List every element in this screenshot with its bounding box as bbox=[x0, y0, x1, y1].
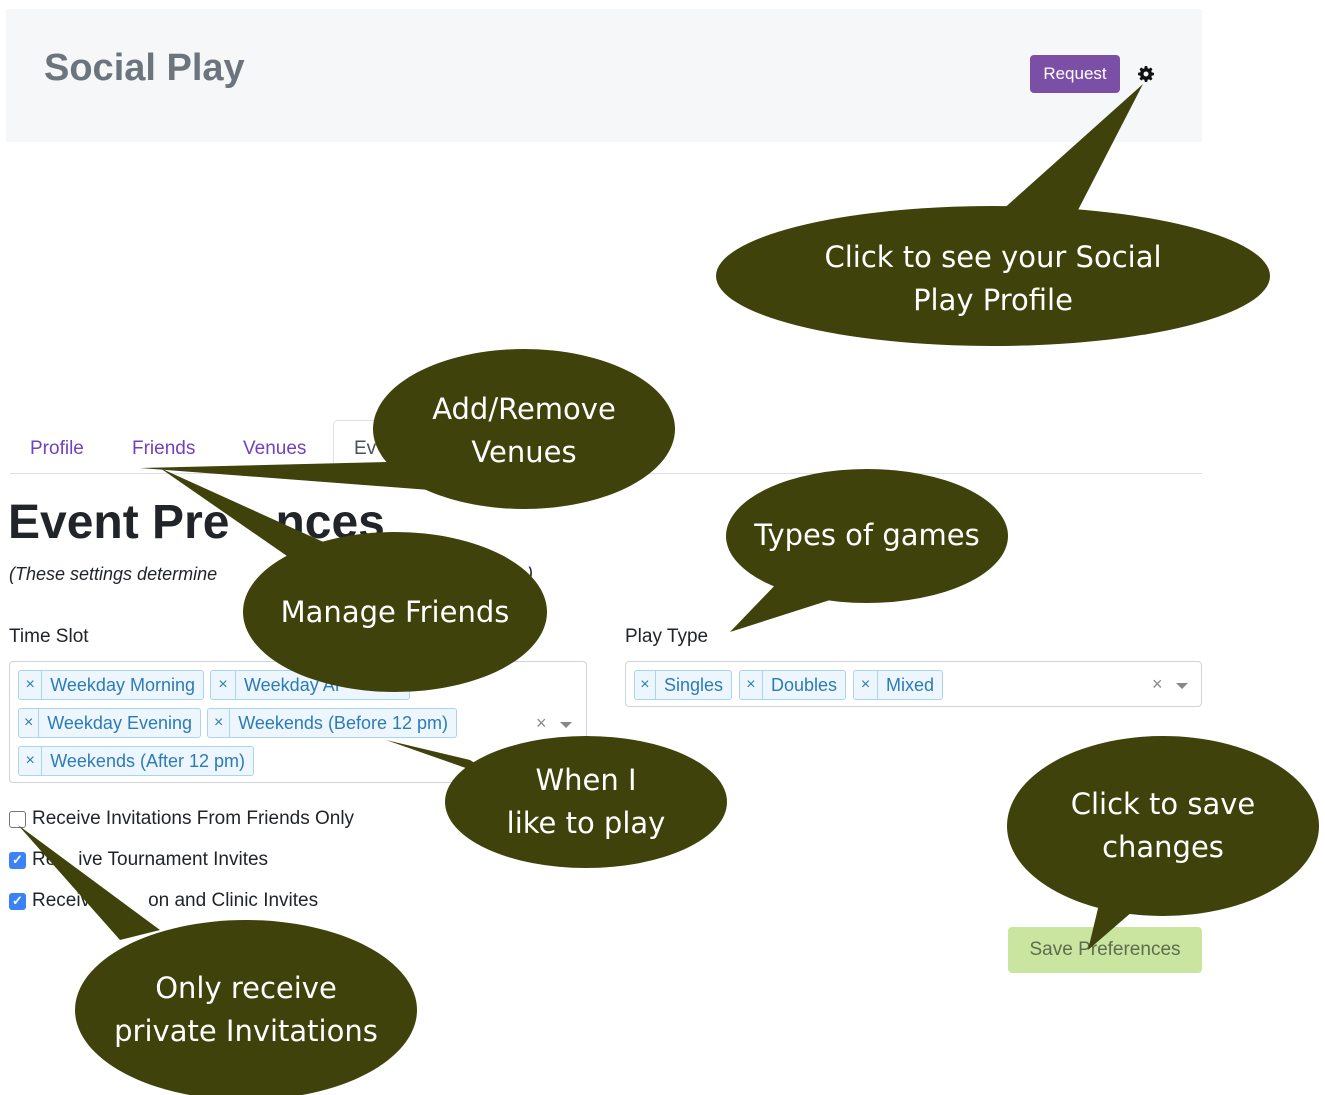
callout-venues-text: Add/Remove Venues bbox=[432, 392, 616, 469]
callout-games-text: Types of games bbox=[754, 518, 980, 552]
annotation-callouts bbox=[18, 84, 1319, 1095]
callout-save-pointer bbox=[1088, 900, 1140, 950]
callout-private-pointer bbox=[18, 825, 160, 940]
callout-friends-text: Manage Friends bbox=[280, 595, 510, 629]
callout-profile-pointer bbox=[1000, 84, 1143, 212]
callout-save-text: Click to save changes bbox=[1070, 787, 1256, 864]
callout-friends-pointer bbox=[160, 468, 330, 565]
callout-time-text: When Ilike to play bbox=[506, 763, 666, 840]
callout-private-text: Only receive private Invitations bbox=[114, 971, 378, 1048]
callout-profile-text: Click to see your Social Play Profile bbox=[824, 240, 1162, 317]
